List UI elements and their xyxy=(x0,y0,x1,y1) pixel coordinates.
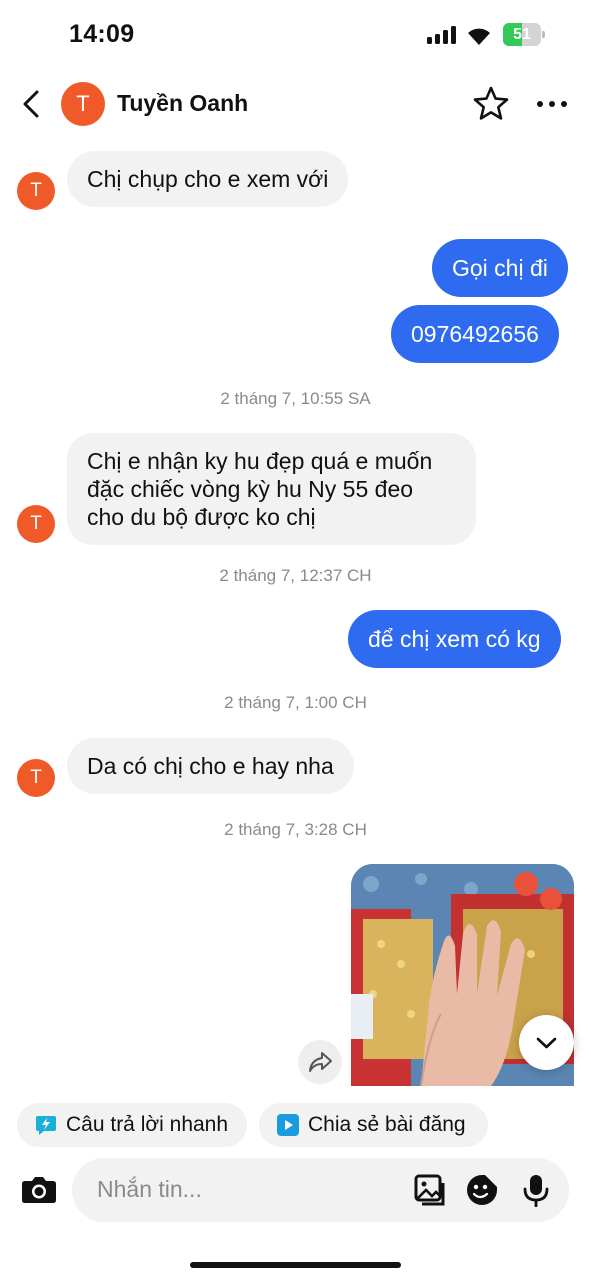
message-outgoing[interactable]: 0976492656 xyxy=(391,305,559,363)
contact-avatar[interactable]: T xyxy=(61,82,105,126)
message-outgoing[interactable]: Gọi chị đi xyxy=(432,239,568,297)
share-post-label: Chia sẻ bài đăng xyxy=(308,1113,466,1136)
star-icon xyxy=(473,86,509,120)
message-line: Chị e nhận ky hu đẹp quá e muốn xyxy=(87,448,433,474)
share-post-chip[interactable]: Chia sẻ bài đăng xyxy=(259,1103,488,1147)
contact-name[interactable]: Tuyền Oanh xyxy=(117,90,248,117)
more-options-button[interactable] xyxy=(534,92,570,116)
sender-avatar[interactable]: T xyxy=(17,505,55,543)
chat-header: T Tuyền Oanh xyxy=(0,70,591,140)
quick-reply-chip[interactable]: Câu trả lời nhanh xyxy=(17,1103,247,1147)
voice-button[interactable] xyxy=(519,1173,553,1207)
quick-reply-label: Câu trả lời nhanh xyxy=(66,1113,229,1136)
message-outgoing[interactable]: để chị xem có kg xyxy=(348,610,561,668)
favorite-button[interactable] xyxy=(472,85,510,123)
message-input[interactable]: Nhắn tin... xyxy=(72,1158,569,1222)
wifi-icon xyxy=(468,28,490,45)
gallery-button[interactable] xyxy=(413,1173,447,1207)
message-line: cho du bộ được ko chị xyxy=(87,504,316,530)
chevron-down-icon xyxy=(536,1037,557,1049)
camera-button[interactable] xyxy=(21,1174,57,1204)
sticker-icon xyxy=(467,1175,497,1205)
chevron-left-icon xyxy=(23,90,39,118)
quick-reply-icon xyxy=(36,1116,56,1135)
back-button[interactable] xyxy=(16,86,48,122)
more-horizontal-icon xyxy=(537,101,567,107)
battery-level: 51 xyxy=(513,26,531,43)
message-input-placeholder: Nhắn tin... xyxy=(97,1176,202,1202)
message-line: đặc chiếc vòng kỳ hu Ny 55 đeo xyxy=(87,476,414,502)
battery-icon: 51 xyxy=(503,23,545,46)
home-indicator xyxy=(190,1262,401,1268)
message-timestamp: 2 tháng 7, 10:55 SA xyxy=(220,389,371,408)
camera-icon xyxy=(22,1177,56,1203)
status-bar: 14:09 51 xyxy=(0,0,591,70)
sender-avatar[interactable]: T xyxy=(17,759,55,797)
message-incoming[interactable]: Chị chụp cho e xem với xyxy=(67,151,349,207)
message-timestamp: 2 tháng 7, 1:00 CH xyxy=(224,693,367,712)
microphone-icon xyxy=(523,1175,549,1207)
sender-avatar[interactable]: T xyxy=(17,172,55,210)
gallery-icon xyxy=(414,1174,445,1206)
share-button[interactable] xyxy=(298,1040,342,1084)
play-icon xyxy=(277,1114,299,1136)
message-timestamp: 2 tháng 7, 3:28 CH xyxy=(224,820,367,839)
message-incoming[interactable]: Chị e nhận ky hu đẹp quá e muốn đặc chiế… xyxy=(67,433,476,545)
message-timestamp: 2 tháng 7, 12:37 CH xyxy=(219,566,372,585)
status-time: 14:09 xyxy=(69,20,135,48)
sticker-button[interactable] xyxy=(465,1173,499,1207)
cellular-signal-icon xyxy=(427,26,457,44)
share-arrow-icon xyxy=(309,1052,332,1072)
scroll-to-bottom-button[interactable] xyxy=(519,1015,574,1070)
message-incoming[interactable]: Da có chị cho e hay nha xyxy=(67,738,354,794)
